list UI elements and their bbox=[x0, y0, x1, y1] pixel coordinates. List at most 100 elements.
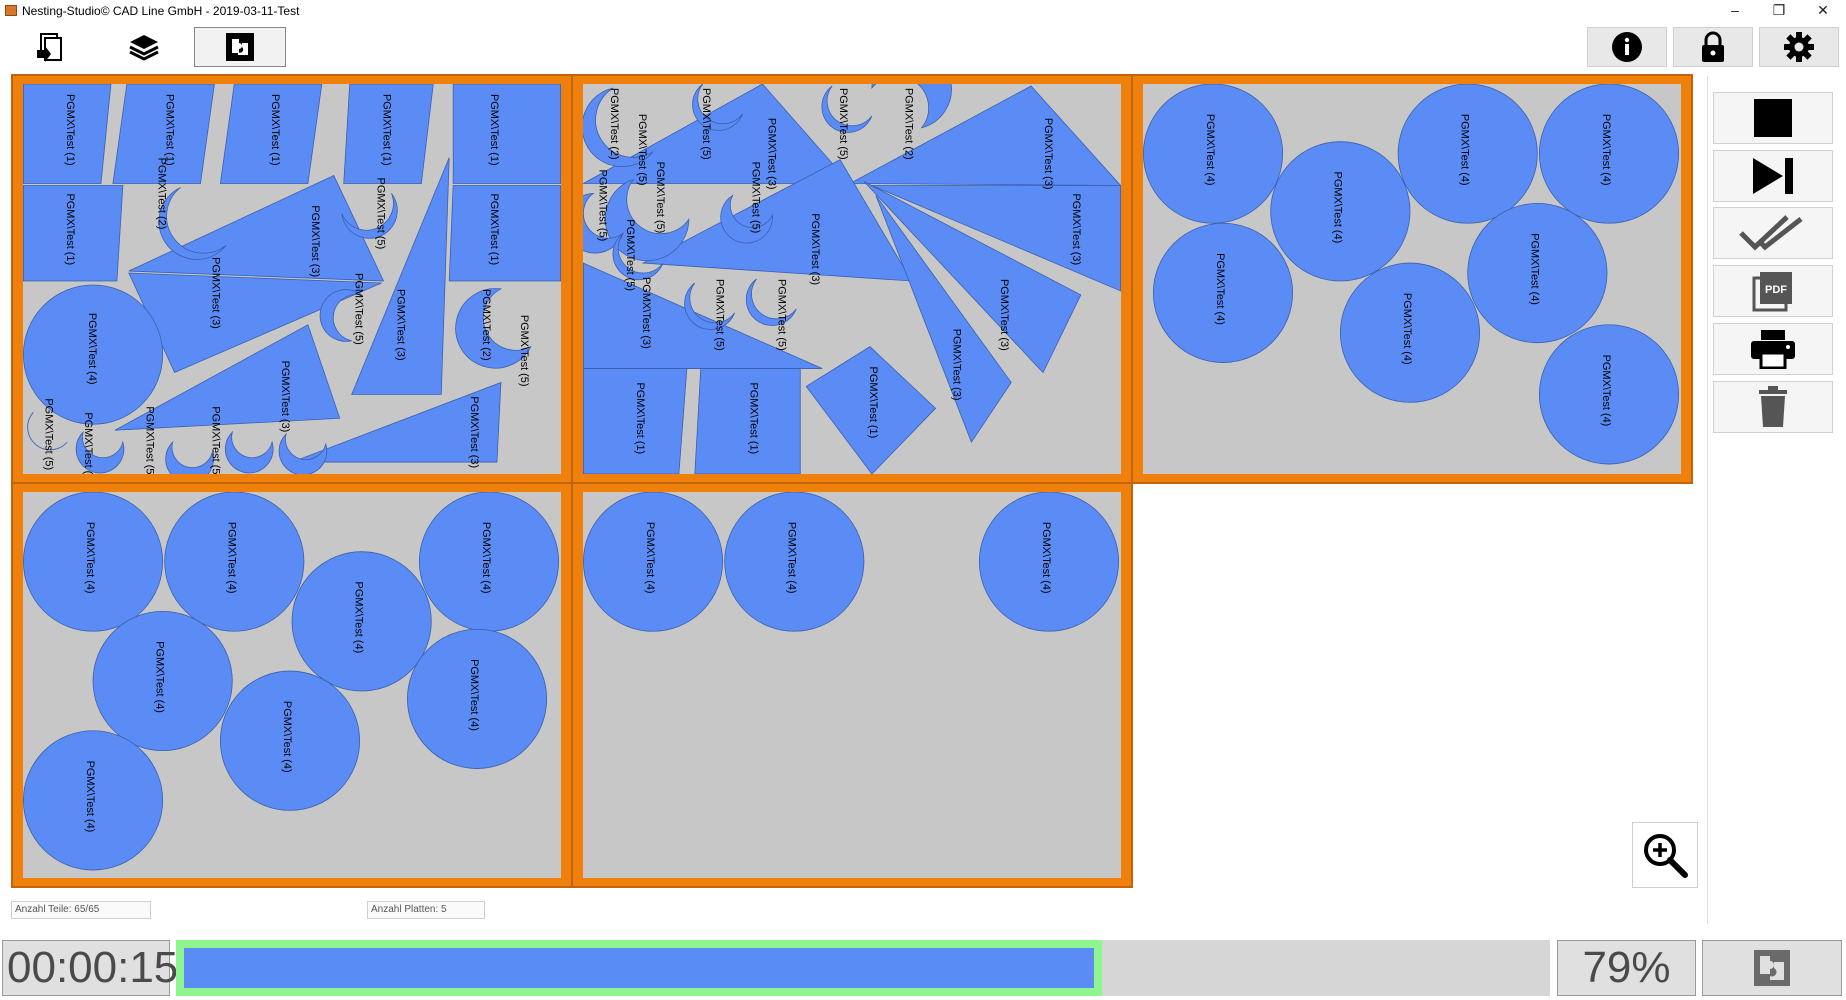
skip-next-button[interactable] bbox=[1713, 150, 1833, 202]
close-button[interactable]: ✕ bbox=[1801, 0, 1845, 22]
part-label: PGMX\Test (4) bbox=[480, 522, 492, 594]
part-label: PGMX\Test (1) bbox=[488, 94, 500, 166]
plate-2[interactable]: PGMX\Test (2) PGMX\Test (5) PGMX\Test (5… bbox=[571, 74, 1133, 484]
pdf-label: PDF bbox=[1765, 284, 1787, 296]
nesting-studio-window: Nesting-Studio© CAD Line GmbH - 2019-03-… bbox=[0, 0, 1846, 1000]
part-label: PGMX\Test (5) bbox=[375, 178, 387, 250]
part-label: PGMX\Test (4) bbox=[1528, 233, 1540, 305]
part-label: PGMX\Test (4) bbox=[353, 582, 365, 654]
part-label: PGMX\Test (4) bbox=[1600, 355, 1612, 427]
nesting-button[interactable] bbox=[194, 27, 286, 67]
part-label: PGMX\Test (5) bbox=[775, 279, 787, 351]
part-label: PGMX\Test (4) bbox=[468, 659, 480, 731]
side-panel: PDF bbox=[1707, 76, 1837, 924]
part-label: PGMX\Test (1) bbox=[748, 382, 760, 454]
nesting-icon bbox=[1754, 950, 1790, 986]
export-pdf-button[interactable]: PDF bbox=[1713, 265, 1833, 317]
part-label: PGMX\Test (4) bbox=[644, 522, 656, 594]
minimize-button[interactable]: – bbox=[1713, 0, 1757, 22]
progress-bar-fill bbox=[176, 940, 1102, 996]
zoom-button[interactable] bbox=[1632, 822, 1698, 888]
plates-count-field: Anzahl Platten: 5 bbox=[367, 901, 485, 919]
part-label: PGMX\Test (2) bbox=[156, 158, 168, 230]
plate-5-pieces: PGMX\Test (4) PGMX\Test (4) PGMX\Test (4… bbox=[583, 492, 1119, 632]
part-label: PGMX\Test (1) bbox=[269, 94, 281, 166]
part-label: PGMX\Test (5) bbox=[636, 114, 648, 186]
part-label: PGMX\Test (3) bbox=[809, 213, 821, 285]
plate-3[interactable]: PGMX\Test (4) PGMX\Test (4) PGMX\Test (4… bbox=[1131, 74, 1693, 484]
settings-button[interactable] bbox=[1759, 27, 1839, 67]
pdf-icon: PDF bbox=[1752, 272, 1792, 312]
part-label: PGMX\Test (3) bbox=[1070, 193, 1082, 265]
window-title: Nesting-Studio© CAD Line GmbH - 2019-03-… bbox=[22, 4, 300, 18]
confirm-all-button[interactable] bbox=[1713, 207, 1833, 259]
part-label: PGMX\Test (4) bbox=[785, 522, 797, 594]
plate-3-pieces: PGMX\Test (4) PGMX\Test (4) PGMX\Test (4… bbox=[1143, 84, 1680, 465]
part-label: PGMX\Test (1) bbox=[634, 382, 646, 454]
part-label: PGMX\Test (5) bbox=[144, 406, 156, 474]
part-label: PGMX\Test (1) bbox=[64, 193, 76, 265]
plate-1[interactable]: PGMX\Test (1) PGMX\Test (1) PGMX\Test (1… bbox=[11, 74, 573, 484]
part-label: PGMX\Test (4) bbox=[154, 641, 166, 713]
part-label: PGMX\Test (3) bbox=[950, 329, 962, 401]
part-label: PGMX\Test (3) bbox=[998, 279, 1010, 351]
layers-button[interactable] bbox=[98, 27, 190, 67]
part-label: PGMX\Test (5) bbox=[42, 398, 54, 470]
plate-5-sheet: PGMX\Test (4) PGMX\Test (4) PGMX\Test (4… bbox=[583, 492, 1121, 878]
part-label: PGMX\Test (5) bbox=[82, 412, 94, 474]
part-label: PGMX\Test (4) bbox=[1331, 172, 1343, 244]
delete-button[interactable] bbox=[1713, 381, 1833, 433]
part-crescent bbox=[278, 432, 328, 474]
plate-1-sheet: PGMX\Test (1) PGMX\Test (1) PGMX\Test (1… bbox=[23, 84, 561, 474]
plate-2-pieces: PGMX\Test (2) PGMX\Test (5) PGMX\Test (5… bbox=[583, 84, 1121, 474]
part-label: PGMX\Test (3) bbox=[394, 289, 406, 361]
info-icon bbox=[1612, 32, 1642, 62]
progress-bar bbox=[176, 940, 1550, 996]
parts-icon bbox=[37, 33, 62, 62]
toolbar bbox=[0, 24, 1846, 70]
title-bar: Nesting-Studio© CAD Line GmbH - 2019-03-… bbox=[0, 0, 1846, 22]
part-label: PGMX\Test (5) bbox=[353, 273, 365, 345]
plate-5[interactable]: PGMX\Test (4) PGMX\Test (4) PGMX\Test (4… bbox=[571, 482, 1133, 888]
zoom-in-icon bbox=[1644, 834, 1688, 878]
part-label: PGMX\Test (5) bbox=[700, 88, 712, 160]
part-triangle bbox=[583, 84, 851, 184]
part-label: PGMX\Test (2) bbox=[903, 88, 915, 160]
part-label: PGMX\Test (2) bbox=[480, 289, 492, 361]
part-label: PGMX\Test (5) bbox=[837, 88, 849, 160]
part-label: PGMX\Test (4) bbox=[1214, 253, 1226, 325]
lock-icon bbox=[1702, 31, 1724, 62]
part-triangle bbox=[849, 85, 1121, 186]
part-rect bbox=[448, 185, 561, 282]
part-label: PGMX\Test (5) bbox=[624, 219, 636, 291]
plate-4-pieces: PGMX\Test (4) PGMX\Test (4) PGMX\Test (4… bbox=[23, 492, 559, 871]
part-label: PGMX\Test (4) bbox=[1040, 522, 1052, 594]
printer-icon bbox=[1751, 330, 1795, 369]
part-label: PGMX\Test (3) bbox=[309, 205, 321, 277]
part-label: PGMX\Test (5) bbox=[596, 170, 608, 242]
stop-button[interactable] bbox=[1713, 92, 1833, 144]
part-crescent bbox=[745, 278, 797, 326]
part-label: PGMX\Test (1) bbox=[381, 94, 393, 166]
app-icon bbox=[5, 5, 17, 16]
restore-button[interactable]: ❐ bbox=[1757, 0, 1801, 22]
part-label: PGMX\Test (4) bbox=[86, 313, 98, 385]
part-crescent bbox=[165, 440, 214, 474]
nesting-plates-area: PGMX\Test (1) PGMX\Test (1) PGMX\Test (1… bbox=[11, 74, 1697, 888]
part-rect bbox=[452, 84, 561, 184]
print-button[interactable] bbox=[1713, 323, 1833, 375]
lock-button[interactable] bbox=[1673, 27, 1753, 67]
skip-next-icon bbox=[1753, 158, 1793, 194]
parts-count-field: Anzahl Teile: 65/65 bbox=[11, 901, 151, 919]
start-nesting-button[interactable] bbox=[1702, 940, 1842, 996]
parts-button[interactable] bbox=[4, 27, 96, 67]
part-label: PGMX\Test (4) bbox=[1401, 293, 1413, 365]
part-label: PGMX\Test (3) bbox=[765, 118, 777, 190]
part-label: PGMX\Test (4) bbox=[1600, 114, 1612, 186]
plate-4[interactable]: PGMX\Test (4) PGMX\Test (4) PGMX\Test (4… bbox=[11, 482, 573, 888]
part-label: PGMX\Test (1) bbox=[164, 94, 176, 166]
part-label: PGMX\Test (2) bbox=[608, 88, 620, 160]
info-button[interactable] bbox=[1587, 27, 1667, 67]
part-label: PGMX\Test (5) bbox=[714, 279, 726, 351]
trash-icon bbox=[1759, 386, 1787, 427]
